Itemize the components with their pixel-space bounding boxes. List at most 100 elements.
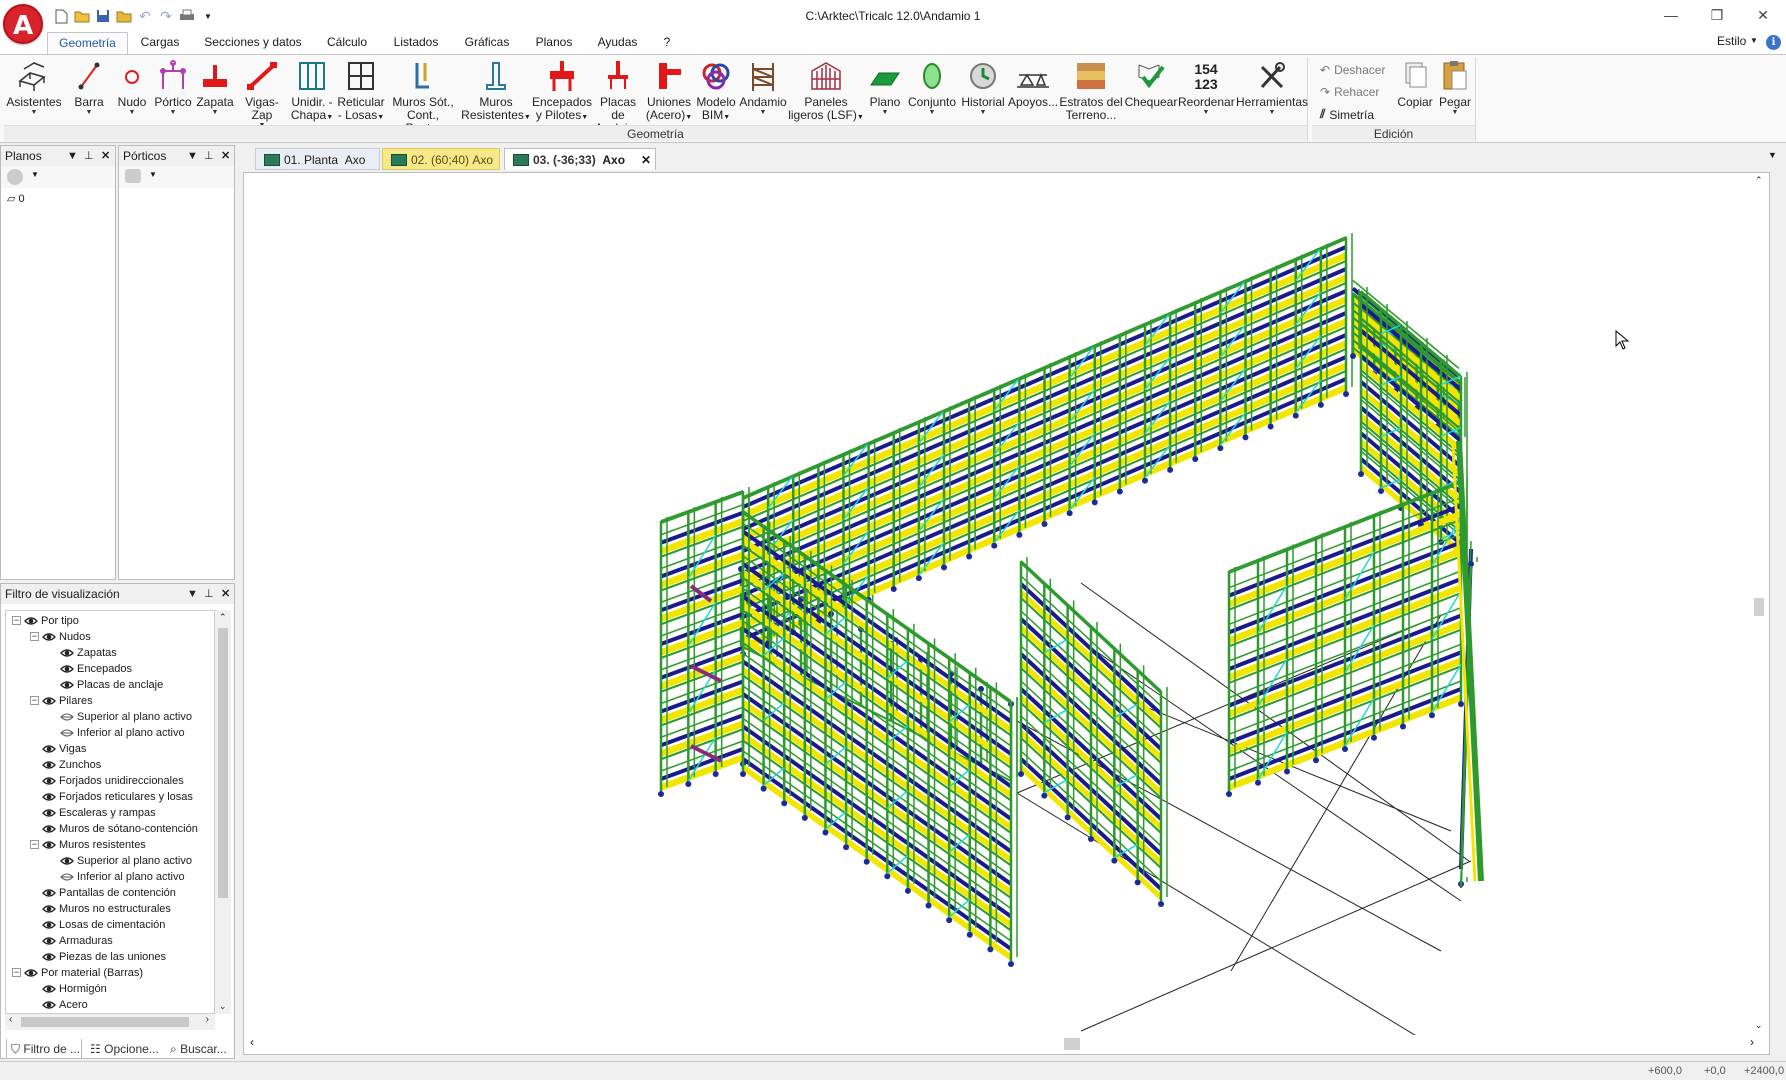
btn-andamio[interactable]: Andamio ▼ bbox=[738, 59, 788, 117]
app-menu-button[interactable]: A bbox=[3, 4, 43, 44]
close-icon[interactable]: ✕ bbox=[101, 146, 110, 166]
panel-dropdown-icon[interactable]: ▼ bbox=[187, 584, 198, 604]
eye-icon[interactable] bbox=[42, 904, 56, 914]
viewport-horizontal-scrollbar[interactable]: ‹ › bbox=[244, 1035, 1754, 1053]
eye-icon[interactable] bbox=[42, 952, 56, 962]
tab-help[interactable]: ? bbox=[657, 32, 677, 54]
style-dropdown-icon[interactable]: ▼ bbox=[1750, 36, 1758, 45]
btn-historial[interactable]: Historial ▼ bbox=[958, 59, 1008, 117]
eye-icon[interactable] bbox=[42, 984, 56, 994]
eye-icon[interactable] bbox=[42, 824, 56, 834]
tab-secciones-datos[interactable]: Secciones y datos bbox=[202, 32, 304, 54]
eye-closed-icon[interactable] bbox=[60, 872, 74, 882]
btn-reticular-losas[interactable]: Reticular - Losas▼ bbox=[336, 59, 386, 124]
btn-estratos-terreno[interactable]: Estratos del Terreno... bbox=[1058, 59, 1124, 122]
btn-pegar[interactable]: Pegar ▼ bbox=[1436, 59, 1474, 117]
eye-icon[interactable] bbox=[24, 616, 38, 626]
frame-selector-dropdown-icon[interactable]: ▼ bbox=[149, 170, 157, 179]
btn-chequear[interactable]: Chequear bbox=[1124, 59, 1178, 109]
eye-icon[interactable] bbox=[42, 760, 56, 770]
btn-paneles-lsf[interactable]: Paneles ligeros (LSF)▼ bbox=[788, 59, 864, 124]
plane-selector-icon[interactable] bbox=[7, 169, 23, 185]
btn-apoyos[interactable]: Apoyos... bbox=[1008, 59, 1058, 109]
btn-unidir-chapa[interactable]: Unidir. - Chapa▼ bbox=[290, 59, 334, 124]
btn-portico[interactable]: Pórtico ▼ bbox=[152, 59, 194, 117]
eye-icon[interactable] bbox=[42, 936, 56, 946]
viewport-hscroll-thumb[interactable] bbox=[1064, 1038, 1080, 1050]
eye-icon[interactable] bbox=[42, 808, 56, 818]
eye-icon[interactable] bbox=[42, 632, 56, 642]
btn-deshacer[interactable]: ↶ Deshacer bbox=[1320, 63, 1385, 77]
tab-ayudas[interactable]: Ayudas bbox=[591, 32, 644, 54]
btn-uniones-acero[interactable]: Uniones (Acero)▼ bbox=[644, 59, 694, 124]
style-menu[interactable]: Estilo bbox=[1717, 34, 1746, 48]
doc-tab-planta[interactable]: 01. Planta Axo bbox=[255, 148, 380, 170]
pin-icon[interactable]: ⊥ bbox=[204, 146, 214, 166]
tree-hscroll-thumb[interactable] bbox=[21, 1017, 189, 1027]
3d-viewport[interactable]: ⌃ ⌄ ‹ › bbox=[243, 172, 1770, 1055]
tab-graficas[interactable]: Gráficas bbox=[459, 32, 515, 54]
panel-dropdown-icon[interactable]: ▼ bbox=[67, 146, 78, 166]
eye-icon[interactable] bbox=[60, 680, 74, 690]
tab-filtro[interactable]: ⛉ Filtro de ... bbox=[6, 1039, 82, 1059]
collapse-icon[interactable]: − bbox=[30, 696, 39, 705]
btn-zapata[interactable]: Zapata ▼ bbox=[194, 59, 236, 117]
eye-closed-icon[interactable] bbox=[60, 712, 74, 722]
eye-icon[interactable] bbox=[42, 1000, 56, 1010]
eye-icon[interactable] bbox=[24, 968, 38, 978]
tab-planos[interactable]: Planos bbox=[530, 32, 578, 54]
btn-plano[interactable]: Plano ▼ bbox=[864, 59, 906, 117]
frame-selector-icon[interactable] bbox=[125, 169, 141, 183]
close-button[interactable]: ✕ bbox=[1740, 0, 1786, 30]
panel-dropdown-icon[interactable]: ▼ bbox=[187, 146, 198, 166]
tab-opciones[interactable]: ☷ Opcione... bbox=[86, 1039, 162, 1059]
viewport-scroll-thumb[interactable] bbox=[1754, 598, 1764, 616]
btn-rehacer[interactable]: ↷ Rehacer bbox=[1320, 85, 1379, 99]
collapse-icon[interactable]: − bbox=[30, 632, 39, 641]
plane-item[interactable]: ▱ 0 bbox=[7, 192, 25, 205]
tab-cargas[interactable]: Cargas bbox=[135, 32, 185, 54]
tree-horizontal-scrollbar[interactable]: ‹ › bbox=[5, 1014, 215, 1030]
btn-reordenar[interactable]: 154 123 Reordenar ▼ bbox=[1178, 59, 1235, 117]
doc-tab-36-33[interactable]: 03. (-36;33) Axo ✕ bbox=[504, 148, 656, 170]
tab-calculo[interactable]: Cálculo bbox=[320, 32, 374, 54]
tab-geometria[interactable]: Geometría bbox=[47, 32, 128, 55]
close-icon[interactable]: ✕ bbox=[221, 584, 230, 604]
btn-conjunto[interactable]: Conjunto ▼ bbox=[906, 59, 958, 117]
close-icon[interactable]: ✕ bbox=[221, 146, 230, 166]
pin-icon[interactable]: ⊥ bbox=[204, 584, 214, 604]
collapse-icon[interactable]: − bbox=[12, 616, 21, 625]
restore-button[interactable]: ❐ bbox=[1694, 0, 1740, 30]
tab-buscar[interactable]: ⌕ Buscar... bbox=[166, 1039, 236, 1059]
btn-encepados[interactable]: Encepados y Pilotes▼ bbox=[532, 59, 592, 124]
eye-icon[interactable] bbox=[42, 776, 56, 786]
btn-asistentes[interactable]: Asistentes ▼ bbox=[6, 59, 62, 117]
close-tab-icon[interactable]: ✕ bbox=[641, 149, 651, 171]
btn-muros-resistentes[interactable]: Muros Resistentes▼ bbox=[460, 59, 532, 124]
eye-icon[interactable] bbox=[60, 648, 74, 658]
viewport-vertical-scrollbar[interactable]: ⌃ ⌄ bbox=[1751, 173, 1767, 1033]
tree-scroll-thumb[interactable] bbox=[218, 628, 228, 898]
info-icon[interactable]: i bbox=[1766, 35, 1781, 50]
tab-listados[interactable]: Listados bbox=[389, 32, 443, 54]
collapse-icon[interactable]: − bbox=[12, 968, 21, 977]
eye-icon[interactable] bbox=[42, 744, 56, 754]
eye-icon[interactable] bbox=[60, 856, 74, 866]
btn-vigas-zap[interactable]: Vigas-Zap▼ bbox=[236, 59, 288, 130]
btn-herramientas[interactable]: Herramientas ▼ bbox=[1236, 59, 1308, 117]
btn-simetria[interactable]: ⫽ Simetría bbox=[1320, 107, 1374, 122]
plane-selector-dropdown-icon[interactable]: ▼ bbox=[31, 170, 39, 179]
eye-icon[interactable] bbox=[42, 696, 56, 706]
tree-vertical-scrollbar[interactable]: ⌃ ⌄ bbox=[215, 610, 231, 1014]
btn-barra[interactable]: Barra ▼ bbox=[68, 59, 110, 117]
eye-icon[interactable] bbox=[42, 840, 56, 850]
eye-icon[interactable] bbox=[60, 664, 74, 674]
btn-copiar[interactable]: Copiar bbox=[1396, 59, 1434, 109]
eye-icon[interactable] bbox=[42, 888, 56, 898]
btn-nudo[interactable]: Nudo ▼ bbox=[112, 59, 152, 117]
eye-closed-icon[interactable] bbox=[60, 728, 74, 738]
tabs-overflow-icon[interactable]: ▼ bbox=[1768, 150, 1777, 160]
minimize-button[interactable]: — bbox=[1648, 0, 1694, 30]
pin-icon[interactable]: ⊥ bbox=[84, 146, 94, 166]
eye-icon[interactable] bbox=[42, 920, 56, 930]
